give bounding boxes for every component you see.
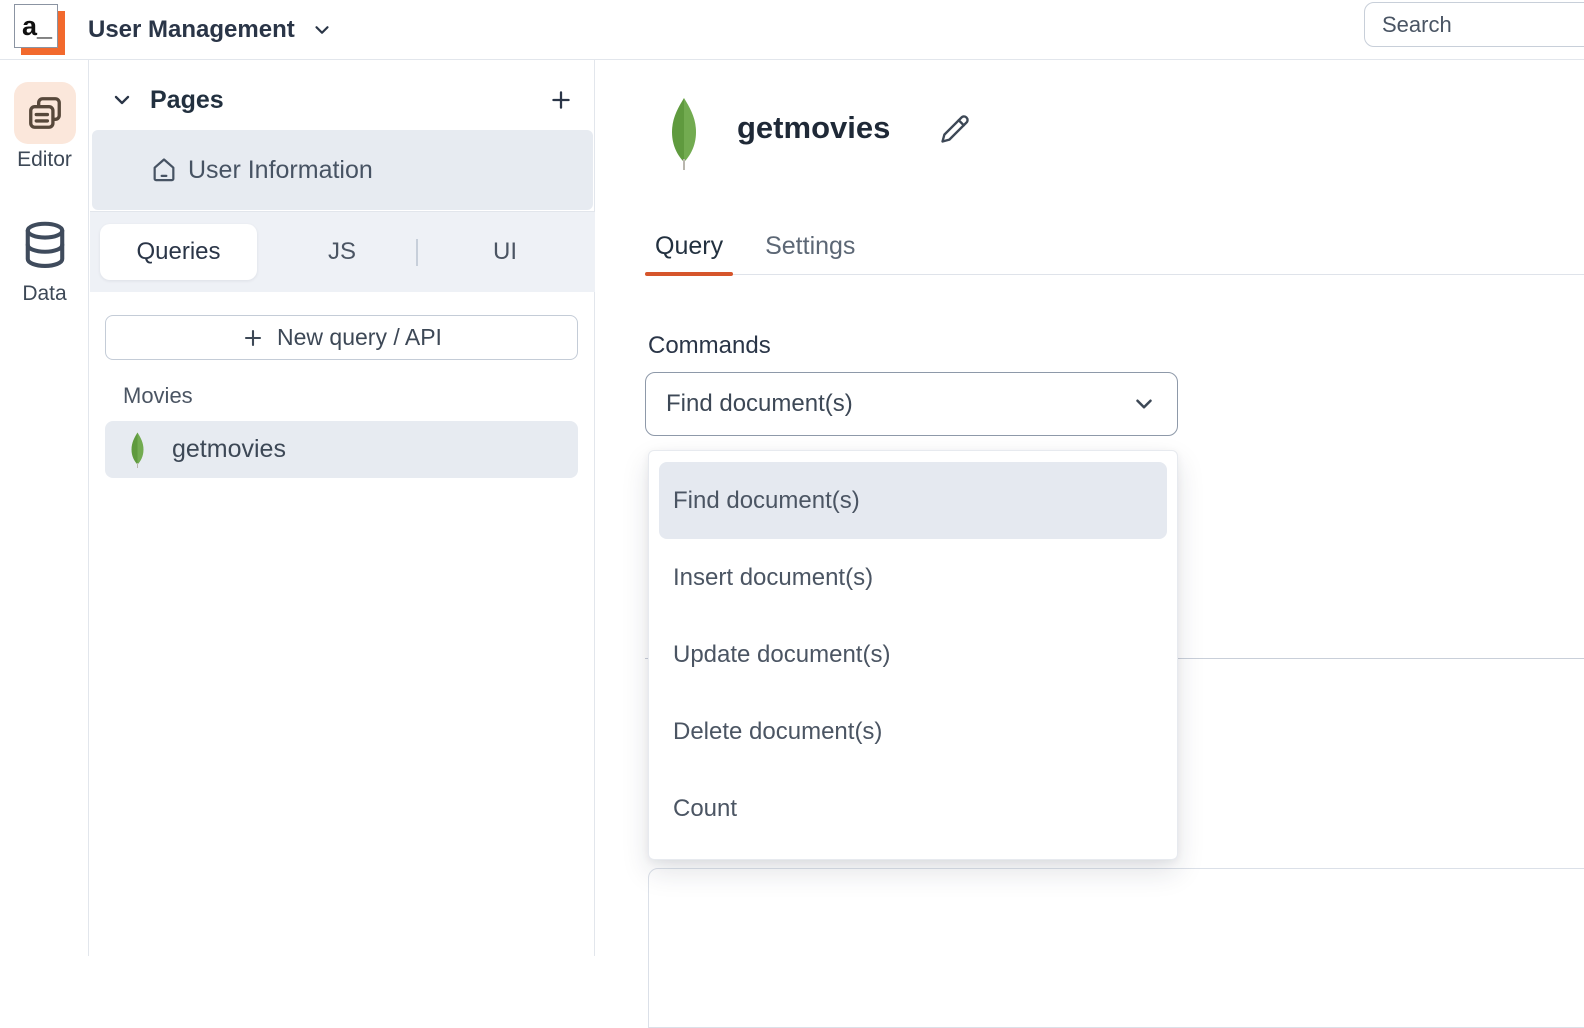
app-title: User Management	[88, 16, 295, 44]
query-item-getmovies[interactable]: getmovies	[105, 421, 578, 478]
entity-tabs: Queries JS UI	[90, 212, 595, 292]
chevron-down-icon	[1131, 391, 1157, 417]
query-title: getmovies	[737, 110, 890, 146]
page-item-label: User Information	[188, 156, 373, 185]
app-logo[interactable]: a_	[14, 4, 58, 48]
search-input[interactable]	[1364, 2, 1584, 47]
database-icon	[14, 216, 76, 278]
editor-tabs: Query Settings	[645, 210, 1584, 275]
left-rail: Editor Data	[0, 60, 89, 956]
commands-label: Commands	[648, 332, 771, 360]
dropdown-option-update[interactable]: Update document(s)	[659, 616, 1167, 693]
tab-settings[interactable]: Settings	[755, 218, 865, 274]
dropdown-option-delete[interactable]: Delete document(s)	[659, 693, 1167, 770]
dropdown-option-count[interactable]: Count	[659, 770, 1167, 847]
add-page-button[interactable]	[548, 87, 574, 113]
app-logo-text: a_	[22, 8, 52, 44]
query-item-label: getmovies	[172, 435, 286, 464]
rail-item-label: Data	[22, 282, 66, 306]
tab-js[interactable]: JS	[297, 212, 387, 292]
pages-collapse-chevron-icon[interactable]	[110, 88, 134, 112]
tab-separator	[416, 239, 418, 266]
rail-item-data[interactable]: Data	[0, 216, 89, 306]
form-section-panel	[648, 868, 1584, 1028]
editor-pages-icon	[14, 82, 76, 144]
mongodb-leaf-icon	[667, 96, 701, 170]
page-item-user-information[interactable]: User Information	[92, 130, 593, 210]
plus-icon	[241, 326, 265, 350]
app-title-menu[interactable]: User Management	[88, 0, 333, 60]
new-query-label: New query / API	[277, 324, 442, 351]
commands-select-value: Find document(s)	[666, 390, 853, 418]
new-query-button[interactable]: New query / API	[105, 315, 578, 360]
dropdown-option-insert[interactable]: Insert document(s)	[659, 539, 1167, 616]
pages-header: Pages	[90, 74, 594, 126]
query-group-label: Movies	[123, 383, 193, 409]
tab-ui[interactable]: UI	[460, 212, 550, 292]
rail-item-label: Editor	[17, 148, 72, 172]
pages-panel: Pages User Information Queries JS UI New…	[90, 60, 595, 956]
main-content: getmovies Query Settings Commands Find d…	[596, 60, 1584, 956]
pencil-icon	[940, 114, 970, 144]
mongodb-leaf-icon	[129, 431, 146, 469]
tab-queries[interactable]: Queries	[100, 224, 257, 280]
top-bar: a_ User Management	[0, 0, 1584, 60]
home-icon	[150, 156, 178, 184]
dropdown-option-find[interactable]: Find document(s)	[659, 462, 1167, 539]
pages-title: Pages	[150, 86, 548, 115]
edit-query-name-button[interactable]	[940, 114, 970, 144]
commands-select[interactable]: Find document(s)	[645, 372, 1178, 436]
rail-item-editor[interactable]: Editor	[0, 82, 89, 172]
tab-query[interactable]: Query	[645, 218, 733, 274]
chevron-down-icon	[311, 19, 333, 41]
commands-dropdown: Find document(s) Insert document(s) Upda…	[648, 450, 1178, 860]
